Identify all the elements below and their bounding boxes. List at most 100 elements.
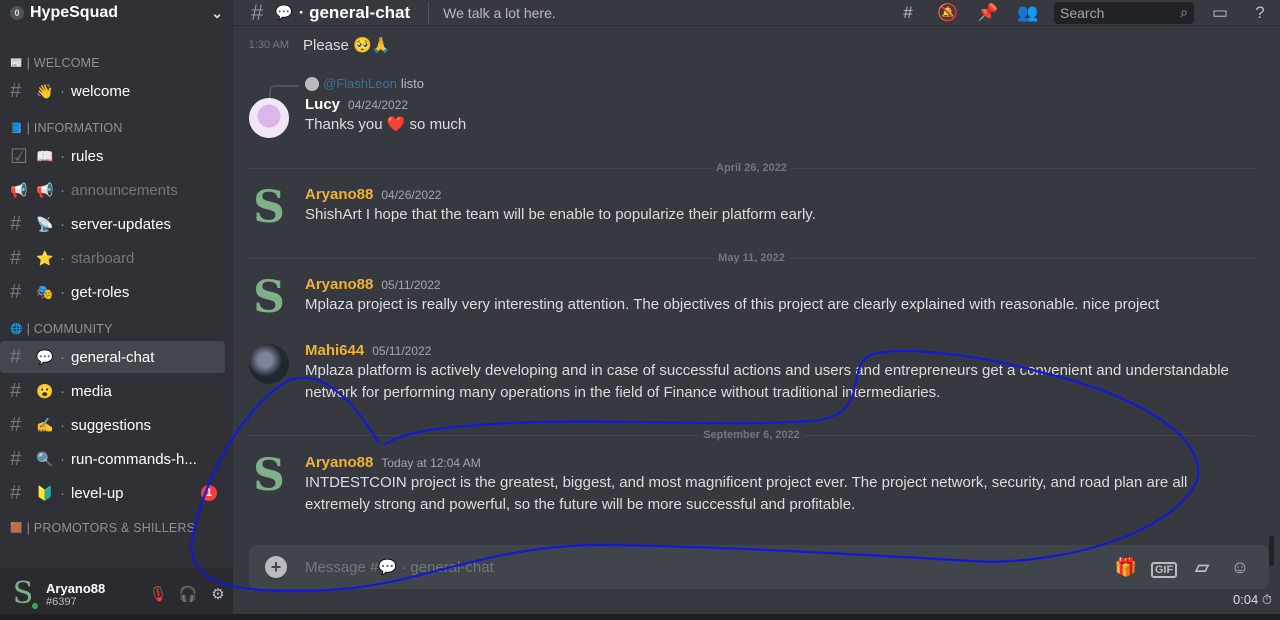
server-name: HypeSquad — [30, 4, 119, 21]
members-icon[interactable]: 👥 — [1008, 3, 1048, 23]
separator-dot: · — [60, 382, 65, 400]
hash-icon: # — [10, 413, 22, 436]
deafen-headphones-icon[interactable]: 🎧 — [173, 585, 203, 603]
author-name[interactable]: Mahi644 — [305, 342, 364, 359]
message-body: Aryano88 04/26/2022 ShishArt I hope that… — [305, 186, 1254, 226]
wave-emoji-icon: 👋 — [36, 82, 54, 99]
channel-get-roles[interactable]: # 🎭 · get-roles — [0, 276, 225, 308]
sticker-icon[interactable]: ▱ — [1183, 557, 1221, 578]
message-lucy[interactable]: Lucy 04/24/2022 Thanks you ❤️ so much — [249, 96, 1254, 138]
channel-sidebar: 0 HypeSquad ⌄ 📰 | WELCOME # 👋 · welcome … — [0, 0, 233, 620]
gif-button[interactable]: GIF — [1145, 557, 1183, 578]
star-emoji-icon: ⭐ — [36, 249, 54, 266]
message-header: Aryano88 05/11/2022 — [305, 276, 1254, 293]
category-information[interactable]: 📘 | INFORMATION — [0, 117, 233, 139]
attach-plus-icon[interactable]: + — [265, 556, 287, 578]
channel-label: rules — [71, 147, 104, 165]
hash-icon: # — [10, 212, 22, 235]
hash-icon: # — [10, 447, 22, 470]
reply-avatar — [305, 76, 319, 91]
search-input[interactable]: Search ⌕ — [1054, 1, 1194, 24]
category-community[interactable]: 🌐 | COMMUNITY — [0, 318, 233, 340]
channel-label: get-roles — [71, 283, 130, 301]
inbox-icon[interactable]: ▭ — [1200, 3, 1240, 23]
compact-message[interactable]: 1:30 AM Please 🥺🙏 — [233, 36, 391, 54]
channel-media[interactable]: # 😮 · media — [0, 375, 225, 407]
notifications-muted-icon[interactable]: 🔕 — [928, 3, 968, 23]
search-icon: ⌕ — [1180, 4, 1188, 20]
chevron-down-icon[interactable]: ⌄ — [211, 5, 223, 22]
separator-dot: · — [60, 484, 65, 502]
separator-dot: · — [60, 249, 65, 267]
message-content: Please 🥺🙏 — [303, 37, 391, 54]
author-name[interactable]: Aryano88 — [305, 276, 373, 293]
message-composer: + Message #💬 · general-chat 🎁 GIF ▱ ☺ — [249, 545, 1269, 589]
reply-reference[interactable]: @FlashLeon listo — [269, 76, 424, 99]
date-divider-label: September 6, 2022 — [699, 429, 804, 441]
pin-icon[interactable]: 📌 — [968, 3, 1008, 23]
author-name[interactable]: Aryano88 — [305, 454, 373, 471]
channel-level-up[interactable]: # 🔰 · level-up 1 — [0, 477, 225, 509]
channel-announcements[interactable]: 📢 📢 · announcements — [0, 174, 225, 206]
avatar[interactable]: S — [8, 579, 40, 611]
divider — [428, 1, 430, 24]
channel-label: level-up — [71, 484, 124, 502]
help-icon[interactable]: ? — [1240, 3, 1280, 23]
message-aryano-2[interactable]: S Aryano88 05/11/2022 Mplaza project is … — [249, 276, 1254, 320]
channel-suggestions[interactable]: # ✍ · suggestions — [0, 409, 225, 441]
emoji-picker-icon[interactable]: ☺ — [1221, 557, 1259, 578]
avatar[interactable] — [249, 344, 289, 384]
message-mahi[interactable]: Mahi644 05/11/2022 Mplaza platform is ac… — [249, 342, 1254, 404]
writing-hand-emoji-icon: ✍ — [36, 416, 54, 433]
channel-topic[interactable]: We talk a lot here. — [443, 5, 888, 21]
message-aryano-3[interactable]: S Aryano88 Today at 12:04 AM INTDESTCOIN… — [249, 454, 1254, 516]
separator-dot: · — [60, 215, 65, 233]
date-divider-label: April 26, 2022 — [712, 162, 791, 174]
server-badge: 0 — [10, 6, 24, 20]
avatar[interactable]: S — [249, 186, 289, 230]
message-body: Lucy 04/24/2022 Thanks you ❤️ so much — [305, 96, 1254, 136]
author-name[interactable]: Lucy — [305, 96, 340, 113]
unread-badge: 1 — [201, 485, 217, 501]
mute-mic-icon[interactable]: 🎙 — [143, 585, 173, 603]
reply-mention[interactable]: @FlashLeon — [323, 76, 397, 91]
taskbar-strip — [0, 614, 1280, 620]
message-timestamp: 04/24/2022 — [348, 98, 409, 112]
channel-general-chat[interactable]: # 💬 · general-chat — [0, 341, 225, 373]
channel-server-updates[interactable]: # 📡 · server-updates — [0, 208, 225, 240]
message-aryano-1[interactable]: S Aryano88 04/26/2022 ShishArt I hope th… — [249, 186, 1254, 230]
channel-label: run-commands-h... — [71, 450, 197, 468]
avatar[interactable] — [249, 98, 289, 138]
channel-run-commands[interactable]: # 🔍 · run-commands-h... — [0, 443, 225, 475]
gear-icon[interactable]: ⚙ — [203, 585, 233, 603]
separator-dot: · — [60, 147, 65, 165]
newspaper-icon: 📰 — [10, 57, 23, 69]
channel-welcome[interactable]: # 👋 · welcome — [0, 75, 225, 107]
author-name[interactable]: Aryano88 — [305, 186, 373, 203]
gift-icon[interactable]: 🎁 — [1107, 557, 1145, 578]
threads-icon[interactable]: # — [888, 3, 928, 23]
username: Aryano88 — [46, 580, 106, 596]
message-input[interactable]: Message #💬 · general-chat — [305, 558, 1107, 576]
message-content: ShishArt I hope that the team will be en… — [305, 206, 816, 223]
avatar[interactable]: S — [249, 454, 289, 498]
recording-timer: 0:04 ⏱ — [1232, 592, 1272, 607]
message-header: Lucy 04/24/2022 — [305, 96, 1254, 113]
category-welcome[interactable]: 📰 | WELCOME — [0, 52, 233, 74]
user-tag: #6397 — [46, 595, 77, 608]
separator-dot: · — [60, 283, 65, 301]
server-header[interactable]: 0 HypeSquad ⌄ — [0, 0, 233, 26]
hash-icon: # — [10, 481, 22, 504]
channel-label: suggestions — [71, 416, 152, 434]
category-promotors[interactable]: 🟫 | PROMOTORS & SHILLERS — [0, 521, 233, 535]
message-content: Mplaza project is really very interestin… — [305, 296, 1160, 313]
channel-starboard[interactable]: # ⭐ · starboard — [0, 242, 225, 274]
category-label: | COMMUNITY — [26, 322, 113, 336]
scrollbar[interactable] — [1269, 536, 1274, 566]
message-list[interactable]: 1:30 AM Please 🥺🙏 @FlashLeon listo Lucy … — [233, 26, 1274, 566]
avatar[interactable]: S — [249, 276, 289, 320]
channel-rules[interactable]: ☑ 📖 · rules — [0, 140, 225, 172]
date-divider: September 6, 2022 — [249, 429, 1254, 441]
hash-icon: # — [10, 345, 22, 368]
user-info[interactable]: Aryano88 #6397 — [46, 581, 143, 608]
